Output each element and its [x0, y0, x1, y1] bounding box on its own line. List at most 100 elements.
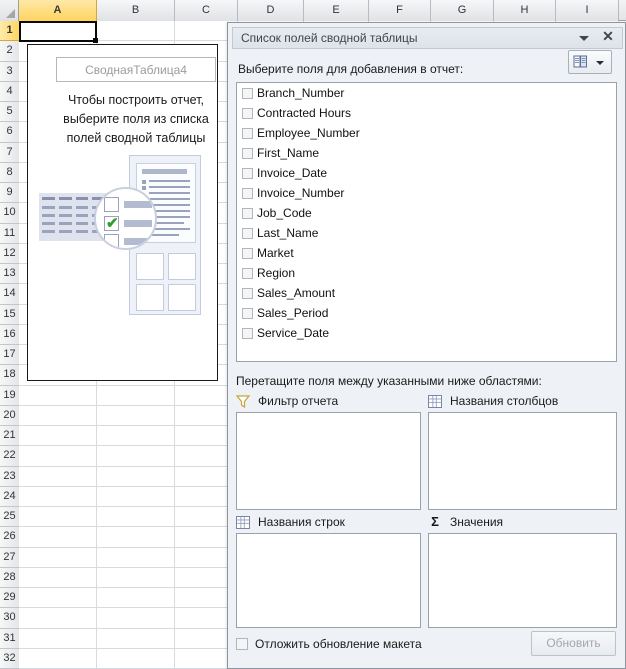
row-header-5[interactable]: 5 [0, 102, 19, 123]
row-header-13[interactable]: 13 [0, 264, 19, 285]
panel-collapse-button[interactable] [576, 30, 592, 46]
row-header-14[interactable]: 14 [0, 284, 19, 305]
column-header-B[interactable]: B [97, 0, 175, 21]
field-item[interactable]: Sales_Period [237, 303, 616, 323]
row-header-column: 1 2 3 4 5 6 7 8 9 10 11 12 13 14 15 16 17 18 19 20 21 22 23 24 2… [0, 21, 19, 669]
column-header-H[interactable]: H [494, 0, 556, 21]
column-header-I[interactable]: I [556, 0, 619, 21]
row-header-11[interactable]: 11 [0, 223, 19, 244]
row-header-12[interactable]: 12 [0, 243, 19, 264]
row-header-25[interactable]: 25 [0, 507, 19, 528]
field-checkbox[interactable] [242, 187, 253, 199]
field-checkbox[interactable] [242, 307, 253, 319]
excel-pivot-window: ABCDEFGHI 1 2 3 4 5 6 7 8 9 10 11 12 13 14 15 16 17 18 19 2… [0, 0, 626, 669]
row-header-26[interactable]: 26 [0, 527, 19, 548]
row-header-23[interactable]: 23 [0, 466, 19, 487]
grid-columns-icon [428, 394, 442, 408]
defer-layout-update-checkbox[interactable] [236, 638, 248, 650]
field-checkbox[interactable] [242, 127, 253, 139]
row-header-4[interactable]: 4 [0, 81, 19, 102]
field-checkbox[interactable] [242, 107, 253, 119]
row-header-15[interactable]: 15 [0, 304, 19, 325]
field-item[interactable]: Service_Date [237, 323, 616, 343]
field-checkbox[interactable] [242, 267, 253, 279]
row-header-28[interactable]: 28 [0, 567, 19, 588]
column-header-E[interactable]: E [304, 0, 369, 21]
fill-handle[interactable] [93, 38, 98, 43]
field-checkbox[interactable] [242, 327, 253, 339]
row-header-20[interactable]: 20 [0, 405, 19, 426]
field-item[interactable]: First_Name [237, 143, 616, 163]
update-button[interactable]: Обновить [531, 631, 616, 656]
row-header-27[interactable]: 27 [0, 547, 19, 568]
column-header-F[interactable]: F [369, 0, 431, 21]
row-header-10[interactable]: 10 [0, 203, 19, 224]
row-header-7[interactable]: 7 [0, 142, 19, 163]
row-header-21[interactable]: 21 [0, 426, 19, 447]
field-label: Job_Code [257, 206, 312, 220]
row-header-6[interactable]: 6 [0, 122, 19, 143]
illustration-checked-box-icon: ✔ [104, 215, 119, 232]
row-header-29[interactable]: 29 [0, 588, 19, 609]
row-header-1[interactable]: 1 [0, 21, 19, 42]
row-header-3[interactable]: 3 [0, 61, 19, 82]
row-header-22[interactable]: 22 [0, 446, 19, 467]
field-checkbox[interactable] [242, 207, 253, 219]
field-item[interactable]: Job_Code [237, 203, 616, 223]
filter-icon [236, 394, 250, 408]
field-item[interactable]: Contracted Hours [237, 103, 616, 123]
illustration-magnifier-icon: ✔ [94, 187, 157, 250]
row-header-19[interactable]: 19 [0, 385, 19, 406]
panel-title-bar: Список полей сводной таблицы [232, 27, 623, 49]
field-item[interactable]: Branch_Number [237, 83, 616, 103]
field-label: Invoice_Number [257, 186, 345, 200]
column-header-C[interactable]: C [175, 0, 238, 21]
chevron-down-icon [596, 61, 604, 65]
field-checkbox[interactable] [242, 87, 253, 99]
field-item[interactable]: Sales_Amount [237, 283, 616, 303]
select-all-corner[interactable] [0, 0, 19, 21]
field-item[interactable]: Invoice_Number [237, 183, 616, 203]
field-item[interactable]: Invoice_Date [237, 163, 616, 183]
zone-dropbox-report-filter[interactable] [236, 412, 421, 510]
pivottable-placeholder[interactable]: СводнаяТаблица4 Чтобы построить отчет, в… [27, 44, 218, 381]
row-header-30[interactable]: 30 [0, 608, 19, 629]
instruction-line-2: выберите поля из списка [63, 112, 209, 126]
row-header-8[interactable]: 8 [0, 162, 19, 183]
row-header-18[interactable]: 18 [0, 365, 19, 386]
close-icon: ✕ [602, 28, 614, 44]
field-checkbox[interactable] [242, 287, 253, 299]
column-header-G[interactable]: G [431, 0, 494, 21]
row-header-32[interactable]: 32 [0, 648, 19, 669]
field-label: First_Name [257, 146, 320, 160]
cell-A1[interactable] [19, 21, 97, 42]
field-checkbox[interactable] [242, 167, 253, 179]
zone-dropbox-column-labels[interactable] [428, 412, 617, 510]
zone-dropbox-row-labels[interactable] [236, 533, 421, 628]
row-header-9[interactable]: 9 [0, 183, 19, 204]
row-header-16[interactable]: 16 [0, 324, 19, 345]
chevron-down-icon [579, 36, 589, 41]
zone-dropbox-values[interactable] [428, 533, 617, 628]
field-list-layout-button[interactable] [568, 50, 612, 74]
field-checkbox[interactable] [242, 147, 253, 159]
column-header-D[interactable]: D [238, 0, 304, 21]
field-label: Sales_Amount [257, 286, 336, 300]
field-checkbox[interactable] [242, 227, 253, 239]
field-item[interactable]: Region [237, 263, 616, 283]
field-item[interactable]: Last_Name [237, 223, 616, 243]
row-header-2[interactable]: 2 [0, 41, 19, 62]
column-header-A[interactable]: A [19, 0, 97, 21]
panel-close-button[interactable]: ✕ [600, 28, 616, 46]
panel-title-text: Список полей сводной таблицы [241, 31, 418, 45]
field-label: Branch_Number [257, 86, 345, 100]
field-list[interactable]: Branch_Number Contracted Hours Employee_Nu… [236, 82, 617, 362]
field-item[interactable]: Market [237, 243, 616, 263]
field-checkbox[interactable] [242, 247, 253, 259]
field-item[interactable]: Employee_Number [237, 123, 616, 143]
row-header-24[interactable]: 24 [0, 486, 19, 507]
grid-rows-icon [236, 515, 250, 529]
pivottable-illustration: ✔ [28, 145, 219, 345]
row-header-31[interactable]: 31 [0, 628, 19, 649]
row-header-17[interactable]: 17 [0, 345, 19, 366]
